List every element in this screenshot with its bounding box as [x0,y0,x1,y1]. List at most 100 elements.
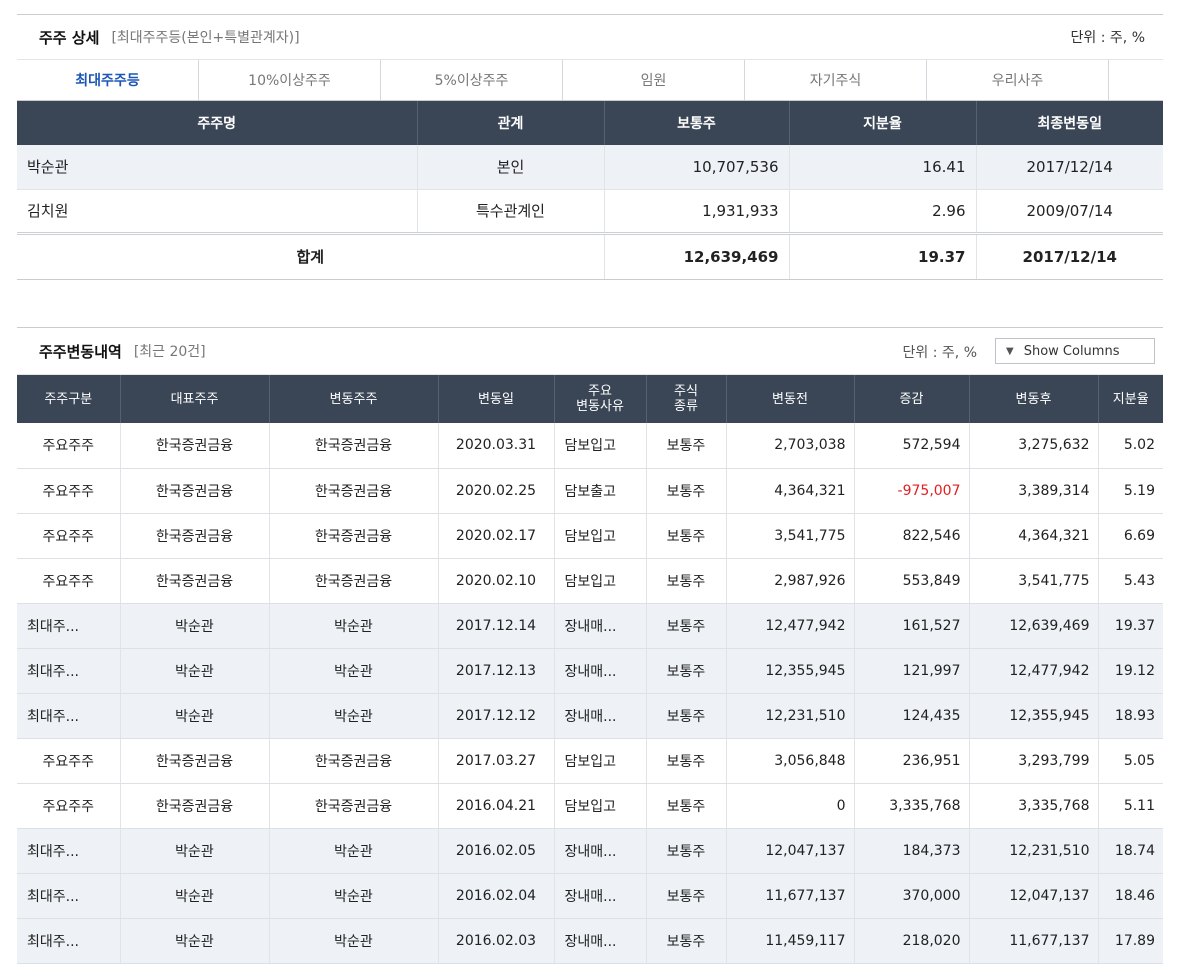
col-common-shares[interactable]: 보통주 [604,101,790,145]
share-ratio: 19.12 [1098,648,1163,694]
col-delta[interactable]: 증감 [854,375,970,423]
change-reason: 장내매... [554,918,647,964]
col-changed-holder[interactable]: 변동주주 [269,375,439,423]
table-row[interactable]: 주요주주 한국증권금융 한국증권금융 2020.02.17 담보입고 보통주 3,541,7… [17,513,1163,559]
holder-type: 최대주... [17,828,121,874]
change-reason: 장내매... [554,873,647,919]
holder-type: 주요주주 [17,423,121,469]
share-ratio: 19.37 [1098,603,1163,649]
change-date: 2016.02.05 [438,828,555,874]
relation: 특수관계인 [417,189,605,234]
change-date: 2020.03.31 [438,423,555,469]
table-row[interactable]: 주요주주 한국증권금융 한국증권금융 2016.04.21 담보입고 보통주 0 3,335,… [17,783,1163,829]
representative: 박순관 [120,603,270,649]
holder-type: 주요주주 [17,513,121,559]
change-reason: 장내매... [554,693,647,739]
common-shares: 1,931,933 [604,189,790,234]
table-row[interactable]: 주요주주 한국증권금융 한국증권금융 2020.02.25 담보출고 보통주 4,364,3… [17,468,1163,514]
before-shares: 3,056,848 [726,738,855,784]
changed-holder: 한국증권금융 [269,513,439,559]
tab-executives[interactable]: 임원 [563,60,745,100]
total-row: 합계 12,639,469 19.37 2017/12/14 [17,231,1163,280]
tab-employee-stock[interactable]: 우리사주 [927,60,1109,100]
col-before[interactable]: 변동전 [726,375,855,423]
table-row[interactable]: 주요주주 한국증권금융 한국증권금융 2020.02.10 담보입고 보통주 2,987,9… [17,558,1163,604]
change-reason: 담보입고 [554,558,647,604]
col-change-date[interactable]: 변동일 [438,375,555,423]
col-relation[interactable]: 관계 [417,101,605,145]
table-row[interactable]: 최대주... 박순관 박순관 2016.02.04 장내매... 보통주 11,677,13… [17,873,1163,919]
delta-shares: 370,000 [854,873,970,919]
col-holder-type[interactable]: 주주구분 [17,375,121,423]
before-shares: 2,703,038 [726,423,855,469]
table-row[interactable]: 주요주주 한국증권금융 한국증권금융 2017.03.27 담보입고 보통주 3,056,8… [17,738,1163,784]
representative: 한국증권금융 [120,738,270,784]
after-shares: 3,389,314 [969,468,1099,514]
delta-shares: 822,546 [854,513,970,559]
change-reason: 장내매... [554,603,647,649]
col-ratio[interactable]: 지분율 [1098,375,1163,423]
representative: 한국증권금융 [120,423,270,469]
after-shares: 12,231,510 [969,828,1099,874]
before-shares: 12,047,137 [726,828,855,874]
stock-kind: 보통주 [646,513,727,559]
holder-type: 최대주... [17,648,121,694]
changes-body: 주요주주 한국증권금융 한국증권금융 2020.03.31 담보입고 보통주 2,703,0… [17,423,1163,964]
col-after[interactable]: 변동후 [969,375,1099,423]
holder-type: 최대주... [17,918,121,964]
before-shares: 12,477,942 [726,603,855,649]
total-ratio: 19.37 [789,231,977,280]
changed-holder: 박순관 [269,918,439,964]
change-date: 2017.12.13 [438,648,555,694]
table-row[interactable]: 최대주... 박순관 박순관 2017.12.13 장내매... 보통주 12,355,94… [17,648,1163,694]
col-holder-name[interactable]: 주주명 [17,101,418,145]
col-last-change[interactable]: 최종변동일 [976,101,1163,145]
table-row[interactable]: 최대주... 박순관 박순관 2017.12.12 장내매... 보통주 12,231,51… [17,693,1163,739]
delta-shares: 218,020 [854,918,970,964]
show-columns-button[interactable]: ▼ Show Columns [995,338,1155,364]
stock-kind: 보통주 [646,873,727,919]
delta-shares: -975,007 [854,468,970,514]
holder-type: 주요주주 [17,468,121,514]
after-shares: 3,293,799 [969,738,1099,784]
table-row[interactable]: 주요주주 한국증권금융 한국증권금융 2020.03.31 담보입고 보통주 2,703,0… [17,423,1163,469]
holder-type: 최대주... [17,693,121,739]
change-date: 2016.02.03 [438,918,555,964]
tab-10pct-shareholders[interactable]: 10%이상주주 [199,60,381,100]
change-date: 2017.12.14 [438,603,555,649]
representative: 박순관 [120,828,270,874]
changed-holder: 박순관 [269,693,439,739]
tab-5pct-shareholders[interactable]: 5%이상주주 [381,60,563,100]
table-row[interactable]: 최대주... 박순관 박순관 2016.02.03 장내매... 보통주 11,459,11… [17,918,1163,964]
change-date: 2017.03.27 [438,738,555,784]
tab-treasury-stock[interactable]: 자기주식 [745,60,927,100]
total-common-shares: 12,639,469 [604,231,790,280]
changed-holder: 한국증권금융 [269,738,439,784]
delta-shares: 121,997 [854,648,970,694]
stock-kind: 보통주 [646,648,727,694]
holder-name: 김치원 [17,189,418,234]
after-shares: 12,047,137 [969,873,1099,919]
change-reason: 담보출고 [554,468,647,514]
change-reason: 담보입고 [554,513,647,559]
share-ratio: 5.11 [1098,783,1163,829]
tab-largest-shareholders[interactable]: 최대주주등 [17,60,199,100]
changed-holder: 박순관 [269,603,439,649]
col-change-reason[interactable]: 주요 변동사유 [554,375,647,423]
last-change-date: 2017/12/14 [976,145,1163,190]
change-date: 2020.02.17 [438,513,555,559]
representative: 한국증권금융 [120,468,270,514]
table-row[interactable]: 최대주... 박순관 박순관 2017.12.14 장내매... 보통주 12,477,94… [17,603,1163,649]
share-ratio: 18.46 [1098,873,1163,919]
delta-shares: 124,435 [854,693,970,739]
before-shares: 0 [726,783,855,829]
share-ratio: 2.96 [789,189,977,234]
holder-type: 주요주주 [17,558,121,604]
table-row: 김치원 특수관계인 1,931,933 2.96 2009/07/14 [17,189,1163,234]
col-representative[interactable]: 대표주주 [120,375,270,423]
holder-type: 주요주주 [17,738,121,784]
col-ratio[interactable]: 지분율 [789,101,977,145]
col-stock-kind[interactable]: 주식 종류 [646,375,727,423]
table-row[interactable]: 최대주... 박순관 박순관 2016.02.05 장내매... 보통주 12,047,13… [17,828,1163,874]
before-shares: 12,355,945 [726,648,855,694]
